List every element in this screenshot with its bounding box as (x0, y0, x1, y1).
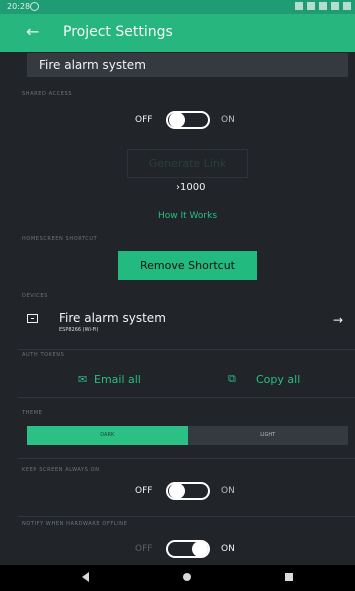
device-row[interactable]: Fire alarm system ESP8266 (Wi-Fi) → (0, 303, 355, 343)
app-header: ← Project Settings (0, 14, 355, 52)
arrow-left-icon[interactable]: ← (26, 22, 39, 41)
keep-screen-off-label: OFF (135, 486, 153, 496)
device-icon (27, 314, 38, 323)
section-label-homescreen-shortcut: HOMESCREEN SHORTCUT (22, 236, 98, 242)
email-icon[interactable]: ✉ (78, 373, 87, 386)
signal-icon (331, 2, 339, 10)
shared-access-toggle-knob (169, 112, 185, 128)
shared-access-on-label: ON (221, 115, 235, 125)
whatsapp-icon (30, 2, 39, 11)
nav-recent-icon[interactable] (285, 573, 293, 581)
divider (18, 349, 355, 350)
notify-offline-on-label: ON (221, 544, 235, 554)
status-bar: 20:28 (0, 0, 355, 14)
arrow-right-icon[interactable]: → (333, 313, 343, 327)
section-label-shared-access: SHARED ACCESS (22, 91, 73, 97)
section-label-notify-offline: NOTIFY WHEN HARDWARE OFFLINE (22, 521, 128, 527)
status-icons (295, 2, 351, 10)
theme-switch: DARK LIGHT (27, 426, 348, 445)
status-time: 20:28 (7, 2, 31, 11)
section-label-keep-screen-always-on: KEEP SCREEN ALWAYS ON (22, 467, 100, 473)
copy-icon[interactable]: ⧉ (228, 372, 236, 386)
copy-all-button[interactable]: Copy all (256, 373, 300, 386)
notify-offline-toggle[interactable] (166, 540, 210, 558)
notify-offline-toggle-row: OFF ON (0, 536, 355, 560)
auth-token-actions: ✉ Email all ⧉ Copy all (0, 368, 355, 392)
project-name-field[interactable]: Fire alarm system (27, 53, 348, 77)
shared-access-toggle[interactable] (166, 111, 210, 129)
keep-screen-on-label: ON (221, 486, 235, 496)
wifi-icon (319, 2, 327, 10)
divider (18, 458, 355, 459)
keep-screen-toggle[interactable] (166, 482, 210, 500)
section-label-auth-tokens: AUTH TOKENS (22, 352, 65, 358)
notify-offline-off-label: OFF (135, 544, 153, 554)
nav-back-icon[interactable] (82, 572, 89, 582)
energy-value-number: 1000 (180, 182, 206, 193)
battery-icon (343, 2, 351, 10)
theme-option-light[interactable]: LIGHT (188, 426, 349, 445)
email-all-button[interactable]: Email all (94, 373, 141, 386)
theme-option-dark[interactable]: DARK (27, 426, 188, 445)
notify-offline-toggle-knob (192, 541, 208, 557)
headphones-icon (307, 2, 315, 10)
device-type: ESP8266 (Wi-Fi) (59, 327, 99, 333)
remove-shortcut-button[interactable]: Remove Shortcut (118, 251, 257, 280)
page-title: Project Settings (63, 24, 173, 40)
divider (18, 516, 355, 517)
generate-link-button[interactable]: Generate Link (127, 149, 248, 178)
how-it-works-link[interactable]: How It Works (158, 211, 217, 221)
energy-value: ›1000 (176, 182, 206, 193)
device-name: Fire alarm system (59, 311, 166, 325)
shared-access-toggle-row: OFF ON (0, 109, 355, 133)
section-label-theme: THEME (22, 410, 43, 416)
android-nav-bar (0, 565, 355, 591)
keep-screen-toggle-knob (169, 483, 185, 499)
alarm-icon (295, 2, 303, 10)
keep-screen-toggle-row: OFF ON (0, 478, 355, 502)
section-label-devices: DEVICES (22, 293, 48, 299)
shared-access-off-label: OFF (135, 115, 153, 125)
divider (18, 397, 355, 398)
nav-home-icon[interactable] (183, 573, 191, 581)
